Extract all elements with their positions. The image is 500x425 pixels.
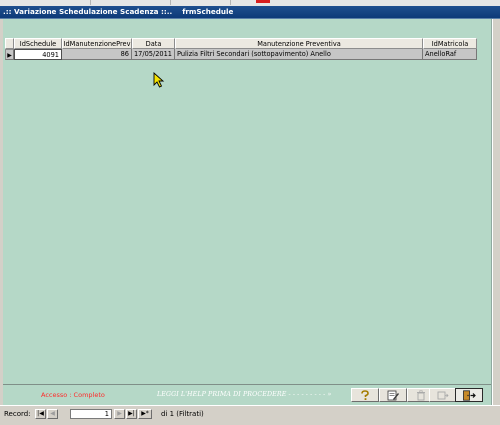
help-button[interactable] (351, 388, 379, 402)
new-record-icon (437, 391, 449, 399)
cell-idmatricola[interactable]: AnelloRaf (423, 49, 477, 60)
previous-record-button[interactable]: ◀ (47, 409, 58, 419)
cell-data[interactable]: 17/05/2011 (132, 49, 175, 60)
help-banner: LEGGI L'HELP PRIMA DI PROCEDERE - - - - … (157, 391, 332, 398)
form-area (0, 19, 500, 405)
column-header-manutenzione-preventiva[interactable]: Manutenzione Preventiva (175, 38, 423, 49)
first-record-button[interactable]: |◀ (35, 409, 46, 419)
column-header-data[interactable]: Data (132, 38, 175, 49)
record-label: Record: (4, 410, 31, 418)
delete-icon (417, 389, 425, 400)
next-record-button[interactable]: ▶ (114, 409, 125, 419)
record-navigator: Record: |◀ ◀ 1 ▶ ▶| ▶* di 1 (Filtrati) (0, 405, 500, 425)
edit-button[interactable] (379, 388, 407, 402)
form-body (3, 19, 492, 405)
table-row[interactable]: ▶ 4091 86 17/05/2011 Pulizia Filtri Seco… (5, 49, 477, 60)
new-record-button[interactable] (429, 388, 457, 402)
toolbar-segment (170, 0, 231, 5)
grid-header-row: IdSchedule IdManutenzionePrev Data Manut… (5, 38, 477, 49)
red-indicator (256, 0, 270, 3)
column-header-idmatricola[interactable]: IdMatricola (423, 38, 477, 49)
record-count: di 1 (Filtrati) (161, 410, 204, 418)
cell-manutenzione-preventiva[interactable]: Pulizia Filtri Secondari (sottopavimento… (175, 49, 423, 60)
header-corner[interactable] (5, 38, 14, 49)
toolbar-segment (90, 0, 171, 5)
record-selector[interactable]: ▶ (5, 49, 14, 60)
cell-idschedule[interactable]: 4091 (14, 49, 62, 60)
column-header-idschedule[interactable]: IdSchedule (14, 38, 62, 49)
form-footer: Accesso : Completo LEGGI L'HELP PRIMA DI… (3, 384, 491, 407)
column-header-idmanutenzioneprev[interactable]: IdManutenzionePrev (62, 38, 132, 49)
vertical-scrollbar[interactable] (492, 19, 500, 405)
help-icon (361, 389, 369, 400)
cell-idmanutenzioneprev[interactable]: 86 (62, 49, 132, 60)
toolbar-segment (0, 0, 91, 5)
window-title-bar: .:: Variazione Schedulazione Scadenza ::… (0, 6, 500, 19)
access-level-label: Accesso : Completo (41, 391, 105, 399)
last-record-button[interactable]: ▶| (126, 409, 137, 419)
window-title: .:: Variazione Schedulazione Scadenza ::… (3, 7, 234, 16)
edit-icon (387, 390, 399, 400)
exit-button[interactable] (455, 388, 483, 402)
new-record-nav-button[interactable]: ▶* (138, 409, 152, 419)
current-record-input[interactable]: 1 (70, 409, 112, 419)
exit-icon (463, 389, 476, 401)
